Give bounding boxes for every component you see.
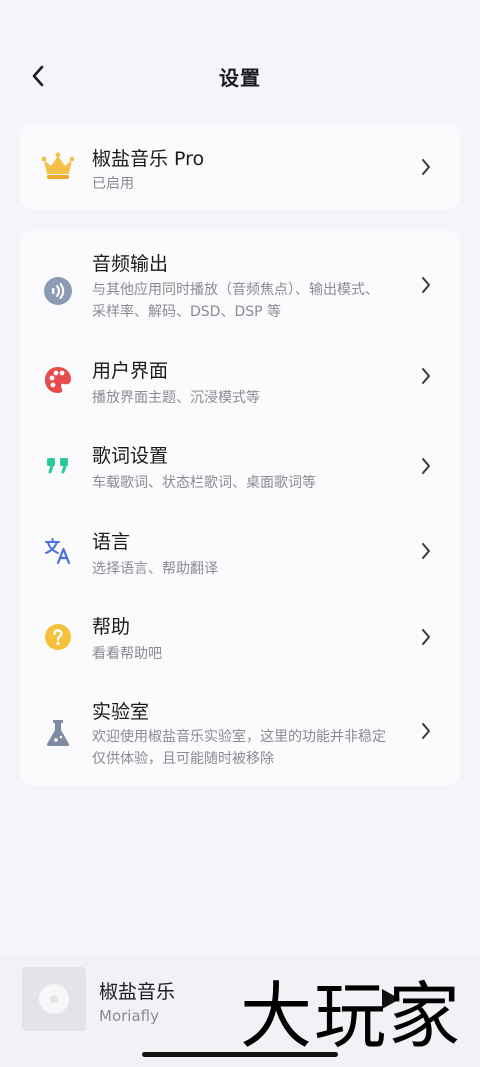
translate-icon — [40, 533, 76, 569]
song-title: 椒盐音乐 — [99, 981, 176, 1003]
settings-item-subtitle: 播放界面主题、沉浸模式等 — [92, 390, 260, 406]
home-indicator — [142, 1052, 338, 1057]
settings-item-help[interactable]: 帮助 看看帮助吧 — [20, 602, 460, 672]
chevron-right-icon — [418, 541, 434, 561]
palette-icon — [40, 362, 76, 398]
settings-item-lab[interactable]: 实验室 欢迎使用椒盐音乐实验室，这里的功能并非稳定仅供体验，且可能随时被移除 — [20, 687, 460, 781]
settings-item-title: 实验室 — [92, 701, 150, 723]
settings-item-subtitle: 车载歌词、状态栏歌词、桌面歌词等 — [92, 475, 316, 491]
crown-icon — [40, 148, 76, 184]
chevron-right-icon — [418, 721, 434, 741]
settings-item-subtitle: 与其他应用同时播放（音频焦点）、输出模式、采样率、解码、DSD、DSP 等 — [92, 282, 379, 320]
chevron-right-icon — [418, 275, 434, 295]
song-artist: Moriafly — [99, 1007, 159, 1025]
settings-item-title: 歌词设置 — [92, 445, 169, 467]
disc-icon — [39, 984, 69, 1014]
settings-item-lyrics[interactable]: 歌词设置 车载歌词、状态栏歌词、桌面歌词等 — [20, 431, 460, 501]
pro-card[interactable]: 椒盐音乐 Pro 已启用 — [20, 124, 460, 210]
settings-item-subtitle: 看看帮助吧 — [92, 646, 162, 662]
pro-status: 已启用 — [92, 176, 134, 192]
chevron-right-icon — [418, 627, 434, 647]
settings-item-title: 音频输出 — [92, 253, 169, 275]
settings-item-language[interactable]: 语言 选择语言、帮助翻译 — [20, 517, 460, 587]
settings-item-subtitle: 欢迎使用椒盐音乐实验室，这里的功能并非稳定仅供体验，且可能随时被移除 — [92, 729, 386, 767]
chevron-right-icon — [418, 366, 434, 386]
chevron-right-icon — [418, 157, 434, 177]
chevron-right-icon — [418, 456, 434, 476]
album-art[interactable] — [22, 967, 86, 1031]
watermark: 大玩家 — [240, 974, 463, 1058]
settings-item-subtitle: 选择语言、帮助翻译 — [92, 561, 218, 577]
page-title: 设置 — [219, 66, 261, 90]
audio-icon — [40, 273, 76, 309]
pro-row[interactable]: 椒盐音乐 Pro 已启用 — [20, 124, 460, 210]
settings-item-title: 语言 — [92, 531, 131, 553]
flask-icon — [40, 715, 76, 751]
settings-item-title: 用户界面 — [92, 360, 169, 382]
help-icon — [40, 619, 76, 655]
settings-item-ui[interactable]: 用户界面 播放界面主题、沉浸模式等 — [20, 346, 460, 416]
settings-list: 音频输出 与其他应用同时播放（音频焦点）、输出模式、采样率、解码、DSD、DSP… — [20, 231, 460, 786]
pro-title: 椒盐音乐 Pro — [92, 148, 205, 170]
quote-icon — [40, 447, 76, 483]
settings-item-audio[interactable]: 音频输出 与其他应用同时播放（音频焦点）、输出模式、采样率、解码、DSD、DSP… — [20, 239, 460, 339]
header: 设置 — [0, 48, 480, 104]
settings-item-title: 帮助 — [92, 616, 131, 638]
